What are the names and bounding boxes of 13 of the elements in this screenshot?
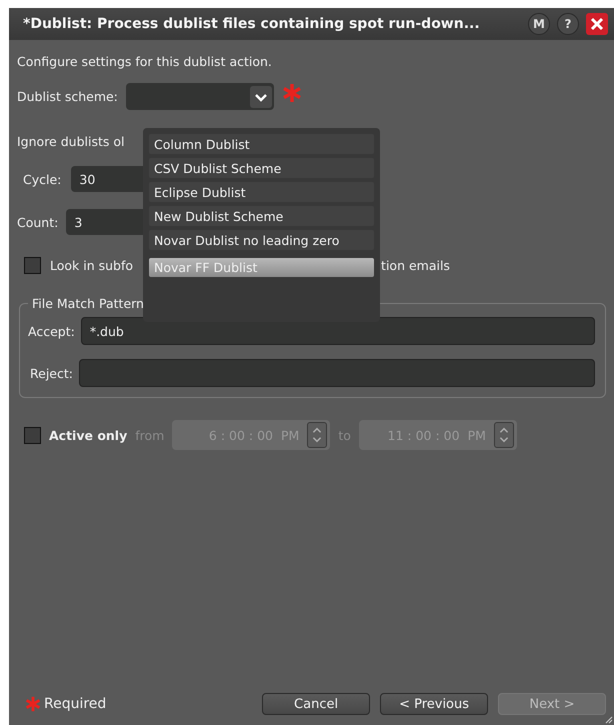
group-title: File Match Pattern <box>31 296 145 311</box>
checkbox-label: Look in subfo <box>50 258 134 273</box>
window-title: *Dublist: Process dublist files containing spot run-down... <box>23 16 481 32</box>
intro-text: Configure settings for this dublist action. <box>17 54 273 69</box>
field-label: Cycle: <box>23 172 62 186</box>
field-label: Reject: <box>30 366 73 380</box>
field-label: Count: <box>17 214 58 230</box>
field-label: Dublist scheme: <box>17 89 118 104</box>
required-note: Required <box>44 696 106 712</box>
checkbox-label: Active only <box>49 428 128 442</box>
field-label: Accept: <box>28 324 75 338</box>
field-label: Ignore dublists ol <box>17 134 124 149</box>
checkbox-label: tion emails <box>381 258 450 273</box>
